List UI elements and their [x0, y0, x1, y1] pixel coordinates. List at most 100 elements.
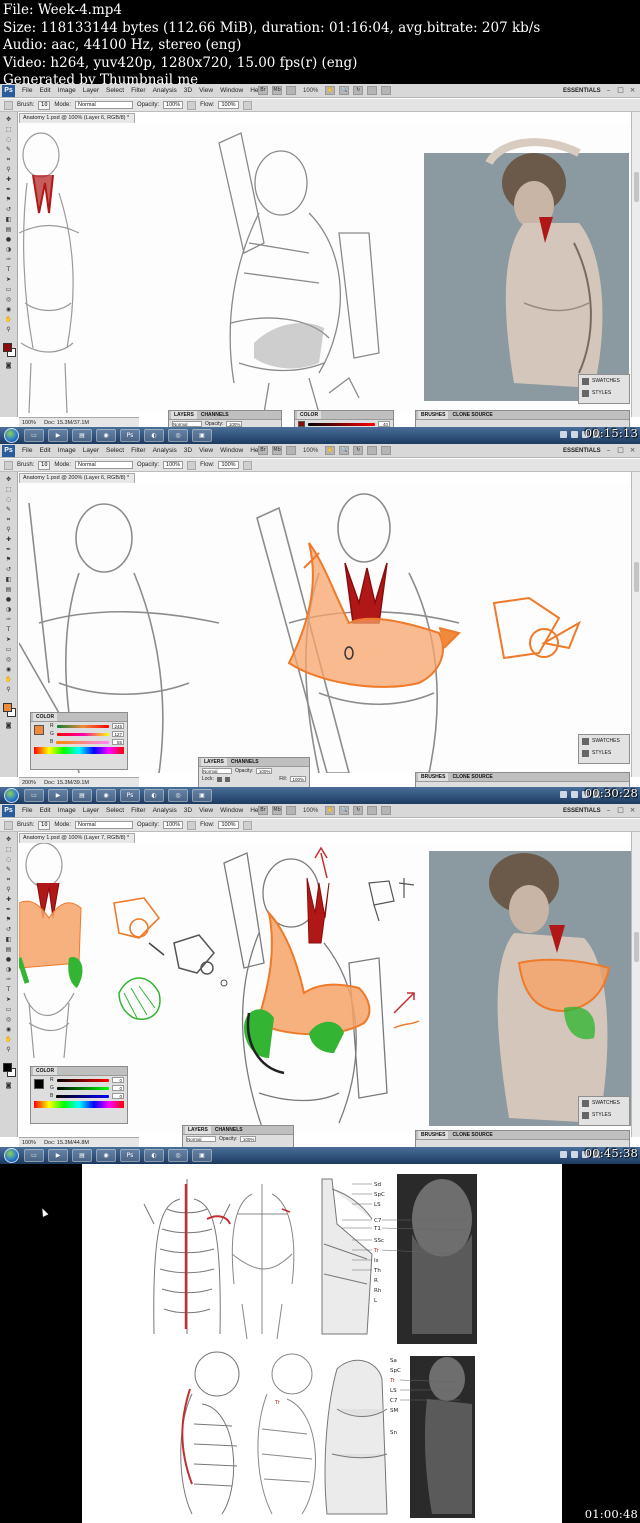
menu-filter[interactable]: Filter — [131, 446, 145, 456]
lock-position-icon[interactable] — [224, 776, 230, 782]
close-icon[interactable]: × — [628, 446, 637, 455]
rotate-view-icon[interactable]: ↻ — [353, 86, 364, 95]
airbrush-icon[interactable] — [242, 460, 252, 470]
menu-window[interactable]: Window — [220, 446, 243, 456]
zoom-tool-icon[interactable]: 🔍 — [339, 806, 350, 815]
menu-file[interactable]: File — [22, 86, 32, 96]
menu-edit[interactable]: Edit — [39, 806, 50, 816]
screen-mode-icon[interactable] — [381, 86, 392, 95]
swatches-row[interactable]: SWATCHES — [579, 375, 629, 387]
path-select-icon[interactable]: ➤ — [3, 996, 14, 1004]
r-value[interactable]: 245 — [112, 723, 124, 729]
zoom-level[interactable]: 100% — [303, 806, 318, 816]
gradient-icon[interactable]: ▤ — [3, 586, 14, 594]
workspace-switcher[interactable]: ESSENTIALS — [563, 86, 601, 96]
status-zoom[interactable]: 100% — [22, 418, 36, 427]
mode-select[interactable]: Normal — [75, 821, 134, 829]
clone-stamp-icon[interactable]: ⚑ — [3, 556, 14, 564]
menu-filter[interactable]: Filter — [131, 806, 145, 816]
channels-tab[interactable]: CHANNELS — [201, 411, 229, 419]
styles-row[interactable]: STYLES — [579, 1109, 629, 1121]
bridge-icon[interactable]: Br — [258, 446, 268, 455]
marquee-tool-icon[interactable]: ⬚ — [3, 846, 14, 854]
taskbar-folder-icon[interactable]: ▤ — [72, 789, 92, 802]
menu-view[interactable]: View — [199, 806, 213, 816]
mode-select[interactable]: Normal — [75, 461, 134, 469]
3d-camera-icon[interactable]: ◉ — [3, 666, 14, 674]
layers-tab[interactable]: LAYERS — [201, 758, 227, 766]
menu-filter[interactable]: Filter — [131, 86, 145, 96]
color-tab[interactable]: COLOR — [297, 411, 322, 419]
fg-color-preview[interactable] — [34, 1079, 44, 1089]
styles-row[interactable]: STYLES — [579, 387, 629, 399]
brushes-tab[interactable]: BRUSHES — [418, 773, 449, 781]
quick-select-icon[interactable]: ✎ — [3, 146, 14, 154]
taskbar-browser-icon[interactable]: ◉ — [96, 789, 116, 802]
shape-tool-icon[interactable]: ▭ — [3, 1006, 14, 1014]
clone-source-tab[interactable]: CLONE SOURCE — [452, 1131, 492, 1139]
dodge-icon[interactable]: ◑ — [3, 606, 14, 614]
menu-select[interactable]: Select — [106, 806, 124, 816]
lasso-tool-icon[interactable]: ◌ — [3, 136, 14, 144]
brush-size-picker[interactable]: 10 — [38, 100, 51, 110]
screen-mode-icon[interactable] — [381, 446, 392, 455]
type-tool-icon[interactable]: T — [3, 266, 14, 274]
zoom-level[interactable]: 100% — [303, 86, 318, 96]
brush-size-picker[interactable]: 10 — [38, 460, 51, 470]
vertical-scrollbar[interactable] — [631, 112, 640, 417]
crop-tool-icon[interactable]: ⌗ — [3, 516, 14, 524]
r-value[interactable]: 0 — [112, 1077, 124, 1083]
g-value[interactable]: 127 — [112, 731, 124, 737]
type-tool-icon[interactable]: T — [3, 986, 14, 994]
opacity-field[interactable]: 100% — [163, 101, 184, 109]
menu-analysis[interactable]: Analysis — [153, 806, 177, 816]
flow-field[interactable]: 100% — [218, 101, 239, 109]
dodge-icon[interactable]: ◑ — [3, 966, 14, 974]
menu-window[interactable]: Window — [220, 806, 243, 816]
document-tab[interactable]: Anatomy 1.psd @ 200% (Layer 6, RGB/8) * — [19, 473, 135, 483]
taskbar-app6-icon[interactable]: ◐ — [144, 429, 164, 442]
blend-mode-select[interactable]: Normal — [186, 1136, 216, 1142]
taskbar-explorer-icon[interactable]: ▭ — [24, 789, 44, 802]
zoom-level[interactable]: 100% — [303, 446, 318, 456]
taskbar-media-icon[interactable]: ▶ — [48, 789, 68, 802]
eyedropper-icon[interactable]: ⚲ — [3, 886, 14, 894]
maximize-icon[interactable]: □ — [616, 86, 625, 95]
3d-camera-icon[interactable]: ◉ — [3, 306, 14, 314]
tray-volume-icon[interactable] — [571, 791, 578, 798]
menu-select[interactable]: Select — [106, 446, 124, 456]
lasso-tool-icon[interactable]: ◌ — [3, 856, 14, 864]
foreground-color-swatch[interactable] — [3, 343, 12, 352]
quick-mask-icon[interactable]: ◙ — [3, 1082, 14, 1090]
minimize-icon[interactable]: – — [604, 806, 613, 815]
vertical-scrollbar[interactable] — [631, 472, 640, 777]
close-icon[interactable]: × — [628, 806, 637, 815]
airbrush-icon[interactable] — [242, 100, 252, 110]
move-tool-icon[interactable]: ✥ — [3, 116, 14, 124]
color-spectrum[interactable] — [34, 1101, 124, 1108]
workspace-switcher[interactable]: ESSENTIALS — [563, 806, 601, 816]
status-zoom[interactable]: 100% — [22, 1138, 36, 1147]
canvas[interactable] — [19, 123, 631, 413]
menu-image[interactable]: Image — [58, 86, 76, 96]
menu-file[interactable]: File — [22, 446, 32, 456]
brushes-tab[interactable]: BRUSHES — [418, 1131, 449, 1139]
move-tool-icon[interactable]: ✥ — [3, 476, 14, 484]
hand-icon[interactable]: ✋ — [3, 316, 14, 324]
move-tool-icon[interactable]: ✥ — [3, 836, 14, 844]
g-slider[interactable] — [56, 1086, 109, 1090]
minibridge-icon[interactable]: Mb — [272, 86, 282, 95]
lasso-tool-icon[interactable]: ◌ — [3, 496, 14, 504]
view-extras-icon[interactable] — [286, 806, 296, 815]
clone-stamp-icon[interactable]: ⚑ — [3, 916, 14, 924]
menu-image[interactable]: Image — [58, 806, 76, 816]
crop-tool-icon[interactable]: ⌗ — [3, 876, 14, 884]
menu-file[interactable]: File — [22, 806, 32, 816]
menu-window[interactable]: Window — [220, 86, 243, 96]
lock-pixels-icon[interactable] — [216, 776, 222, 782]
marquee-tool-icon[interactable]: ⬚ — [3, 126, 14, 134]
pen-tool-icon[interactable]: ✑ — [3, 256, 14, 264]
taskbar-media-icon[interactable]: ▶ — [48, 1149, 68, 1162]
zoom-icon[interactable]: ⚲ — [3, 326, 14, 334]
view-extras-icon[interactable] — [286, 446, 296, 455]
